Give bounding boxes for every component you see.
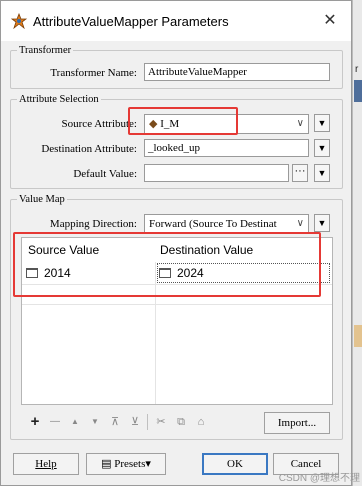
transformer-legend: Transformer: [19, 45, 72, 56]
presets-button[interactable]: ▤ Presets▾: [86, 453, 166, 475]
transformer-name-field[interactable]: AttributeValueMapper: [144, 63, 330, 81]
red-highlight-source: [128, 107, 238, 135]
background-canvas-strip: r: [352, 0, 362, 486]
parameters-dialog: AttributeValueMapper Parameters ✕ Transf…: [0, 0, 352, 486]
move-up-icon[interactable]: ▲: [67, 414, 83, 430]
default-value-menu-button[interactable]: ▼: [314, 164, 330, 182]
mapping-direction-combo[interactable]: Forward (Source To Destinat ∨: [144, 214, 309, 234]
row-divider: [22, 304, 332, 305]
background-node: [354, 325, 362, 347]
background-fragment-text: r: [355, 64, 359, 75]
watermark: CSDN @理想不理: [278, 473, 360, 484]
destination-attribute-field[interactable]: _looked_up: [144, 139, 309, 157]
chevron-down-icon: ∨: [296, 118, 304, 129]
transformer-name-label: Transformer Name:: [50, 67, 137, 79]
mapping-direction-menu-button[interactable]: ▼: [314, 214, 330, 232]
destination-attribute-label: Destination Attribute:: [41, 143, 137, 155]
copy-icon[interactable]: ⧉: [173, 414, 189, 430]
mapping-direction-label: Mapping Direction:: [49, 218, 137, 230]
background-node: [354, 80, 362, 102]
attribute-selection-legend: Attribute Selection: [19, 94, 99, 105]
title-bar: AttributeValueMapper Parameters ✕: [1, 1, 351, 41]
move-bottom-icon[interactable]: ⊻: [127, 414, 143, 430]
import-button[interactable]: Import...: [264, 412, 330, 434]
value-map-legend: Value Map: [19, 194, 65, 205]
presets-icon: ▤: [101, 458, 112, 470]
default-value-editor-button[interactable]: ···: [292, 164, 308, 182]
default-value-field[interactable]: [144, 164, 289, 182]
default-value-label: Default Value:: [73, 168, 137, 180]
source-attribute-menu-button[interactable]: ▼: [314, 114, 330, 132]
remove-row-icon[interactable]: —: [47, 414, 63, 430]
ok-button[interactable]: OK: [202, 453, 268, 475]
cut-icon[interactable]: ✂: [153, 414, 169, 430]
add-row-icon[interactable]: +: [27, 414, 43, 430]
destination-attribute-menu-button[interactable]: ▼: [314, 139, 330, 157]
toolbar-separator: [147, 414, 148, 430]
red-highlight-table: [13, 232, 321, 297]
presets-label: Presets▾: [114, 458, 151, 470]
chevron-down-icon: ∨: [296, 218, 304, 229]
source-attribute-label: Source Attribute:: [61, 118, 137, 130]
move-top-icon[interactable]: ⊼: [107, 414, 123, 430]
help-button[interactable]: Help: [13, 453, 79, 475]
mapping-direction-value: Forward (Source To Destinat: [149, 218, 277, 230]
move-down-icon[interactable]: ▼: [87, 414, 103, 430]
fme-transformer-icon: [11, 13, 27, 29]
window-title: AttributeValueMapper Parameters: [33, 14, 229, 29]
paste-icon[interactable]: ⌂: [193, 414, 209, 430]
close-button[interactable]: ✕: [317, 9, 343, 33]
